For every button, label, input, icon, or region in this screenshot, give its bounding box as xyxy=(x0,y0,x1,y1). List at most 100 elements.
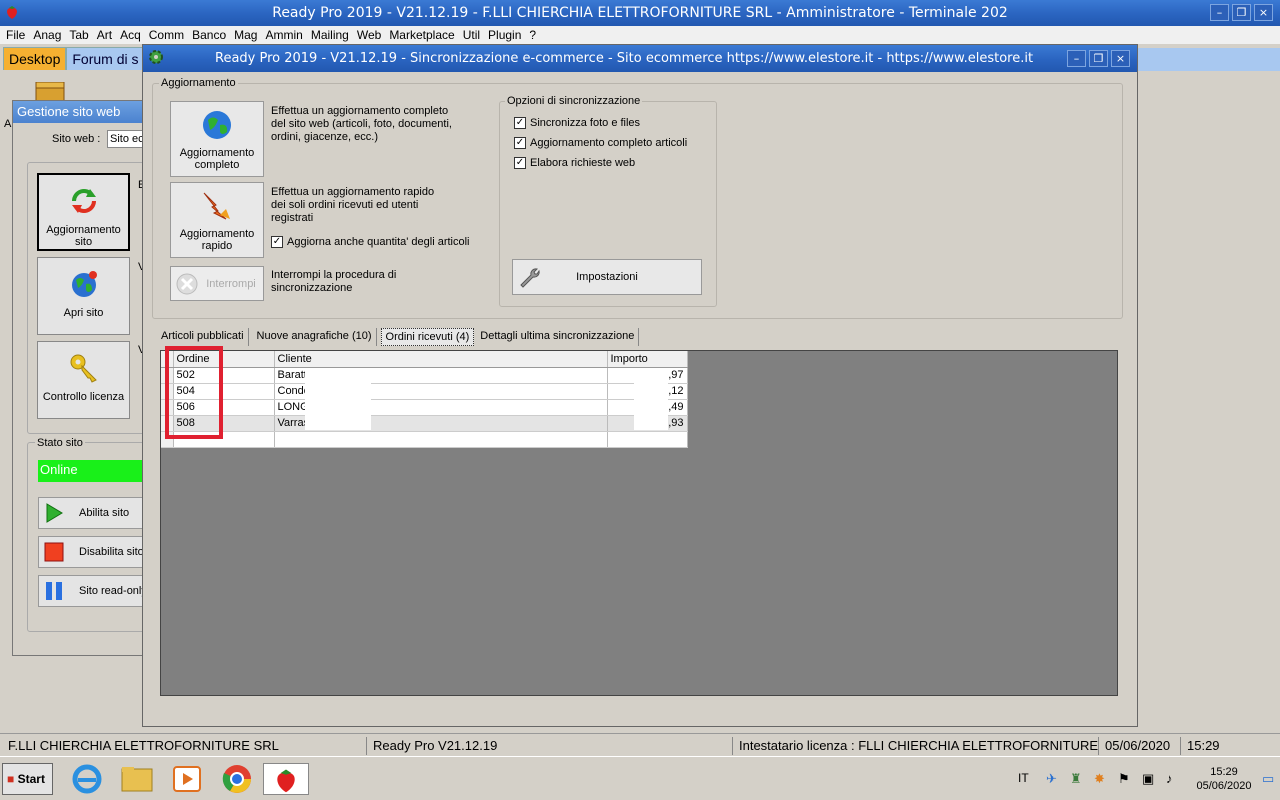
tab-dettagli-sincronizzazione[interactable]: Dettagli ultima sincronizzazione xyxy=(476,328,640,346)
orders-grid: Ordine Cliente Importo 502 Baratt ,97 50… xyxy=(161,351,688,448)
sito-web-select[interactable]: Sito ec xyxy=(107,130,147,148)
volume-icon[interactable]: ♪ xyxy=(1166,771,1173,786)
update-icon[interactable]: ✸ xyxy=(1094,771,1105,787)
language-indicator[interactable]: IT xyxy=(1018,771,1029,785)
table-row[interactable]: 508 Varras ,93 xyxy=(161,415,688,432)
gear-icon xyxy=(149,50,163,64)
redaction-mask xyxy=(634,368,668,430)
tab-desktop[interactable]: Desktop xyxy=(3,47,67,70)
refresh-arrows-icon xyxy=(71,189,96,213)
elabora-richieste-checkbox[interactable]: ✓ Elabora richieste web xyxy=(514,157,635,169)
menu-file[interactable]: File xyxy=(2,26,29,44)
stato-sito-title: Stato sito xyxy=(35,437,85,449)
status-bar: F.LLI CHIERCHIA ELETTROFORNITURE SRL Rea… xyxy=(0,733,1280,755)
interrompi-button[interactable]: Interrompi xyxy=(170,266,264,301)
elabora-richieste-label: Elabora richieste web xyxy=(530,157,636,169)
media-player-icon[interactable] xyxy=(170,763,204,795)
menu-plugin[interactable]: Plugin xyxy=(484,26,525,44)
dialog-close-button[interactable]: × xyxy=(1111,50,1130,67)
checkmark-icon: ✓ xyxy=(514,117,526,129)
menu-mailing[interactable]: Mailing xyxy=(307,26,353,44)
clock-time: 15:29 xyxy=(1210,766,1238,778)
menu-tab[interactable]: Tab xyxy=(65,26,92,44)
dialog-minimize-button[interactable]: – xyxy=(1067,50,1086,67)
table-row[interactable]: 504 Condo ,12 xyxy=(161,383,688,400)
restore-button[interactable]: ❐ xyxy=(1232,4,1251,21)
aggiorna-quantita-checkbox[interactable]: ✓ Aggiorna anche quantita' degli articol… xyxy=(271,236,470,248)
dialog-title: Ready Pro 2019 - V21.12.19 - Sincronizza… xyxy=(215,51,1034,66)
aggiornamento-articoli-checkbox[interactable]: ✓ Aggiornamento completo articoli xyxy=(514,137,687,149)
dialog-tabs: Articoli pubblicati Nuove anagrafiche (1… xyxy=(157,328,640,346)
apri-sito-button[interactable]: Apri sito xyxy=(37,257,130,335)
windows-logo-icon: ■ xyxy=(7,772,15,786)
internet-explorer-icon[interactable] xyxy=(70,763,104,795)
opzioni-group-title: Opzioni di sincronizzazione xyxy=(505,95,643,107)
pause-icon xyxy=(46,582,62,600)
lightning-arrow-icon xyxy=(203,192,230,220)
disabilita-sito-button[interactable]: Disabilita sito xyxy=(38,536,148,568)
network-icon[interactable]: ✈ xyxy=(1046,771,1057,787)
menu-anag[interactable]: Anag xyxy=(29,26,65,44)
dialog-title-bar: Ready Pro 2019 - V21.12.19 - Sincronizza… xyxy=(143,45,1137,72)
status-license: Intestatario licenza : FLLI CHIERCHIA EL… xyxy=(732,737,1098,755)
globe-icon xyxy=(71,271,97,297)
security-icon[interactable]: ♜ xyxy=(1070,771,1082,787)
partial-label: A xyxy=(4,118,12,130)
highlight-box xyxy=(165,346,223,439)
checkmark-icon: ✓ xyxy=(514,157,526,169)
aggiornamento-rapido-button[interactable]: Aggiornamento rapido xyxy=(170,182,264,258)
aggiorna-quantita-label: Aggiorna anche quantita' degli articoli xyxy=(287,236,470,248)
checkmark-icon: ✓ xyxy=(271,236,283,248)
menu-marketplace[interactable]: Marketplace xyxy=(385,26,458,44)
globe-icon xyxy=(203,111,231,139)
show-desktop-icon[interactable]: ▭ xyxy=(1262,771,1274,787)
start-button[interactable]: ■ Start xyxy=(2,763,53,795)
controllo-licenza-button[interactable]: Controllo licenza xyxy=(37,341,130,419)
aggiornamento-completo-desc: Effettua un aggiornamento completo del s… xyxy=(271,105,452,143)
menu-banco[interactable]: Banco xyxy=(188,26,230,44)
column-cliente[interactable]: Cliente xyxy=(274,351,608,368)
aggiornamento-rapido-label: Aggiornamento rapido xyxy=(179,228,255,252)
monitor-icon[interactable]: ▣ xyxy=(1142,771,1154,787)
menu-web[interactable]: Web xyxy=(353,26,385,44)
menu-ammin[interactable]: Ammin xyxy=(261,26,306,44)
tab-articoli-pubblicati[interactable]: Articoli pubblicati xyxy=(157,328,249,346)
tab-nuove-anagrafiche[interactable]: Nuove anagrafiche (10) xyxy=(253,328,377,346)
aggiornamento-sito-label: Aggiornamento sito xyxy=(46,224,121,248)
column-importo[interactable]: Importo xyxy=(607,351,688,368)
aggiornamento-sito-button[interactable]: Aggiornamento sito xyxy=(37,173,130,251)
sito-readonly-label: Sito read-only xyxy=(79,585,147,597)
system-tray: ✈ ♜ ✸ ⚑ ▣ ♪ 15:29 05/06/2020 ▭ xyxy=(1040,761,1280,797)
readypro-taskbar-button[interactable] xyxy=(263,763,309,795)
aggiornamento-completo-button[interactable]: Aggiornamento completo xyxy=(170,101,264,177)
table-row[interactable]: 502 Baratt ,97 xyxy=(161,367,688,384)
abilita-sito-button[interactable]: Abilita sito xyxy=(38,497,148,529)
menu-help[interactable]: ? xyxy=(525,26,540,44)
status-company: F.LLI CHIERCHIA ELETTROFORNITURE SRL xyxy=(8,738,279,753)
folder-icon[interactable] xyxy=(120,763,154,795)
sincronizza-foto-checkbox[interactable]: ✓ Sincronizza foto e files xyxy=(514,117,640,129)
clock-date: 05/06/2020 xyxy=(1196,780,1252,792)
tab-forum[interactable]: Forum di s xyxy=(66,47,145,70)
disabilita-sito-label: Disabilita sito xyxy=(79,546,144,558)
sito-readonly-button[interactable]: Sito read-only xyxy=(38,575,148,607)
aggiornamento-completo-label: Aggiornamento completo xyxy=(179,147,255,171)
menu-mag[interactable]: Mag xyxy=(230,26,261,44)
clock[interactable]: 15:29 05/06/2020 xyxy=(1190,765,1258,793)
abilita-sito-label: Abilita sito xyxy=(79,507,130,519)
impostazioni-button[interactable]: Impostazioni xyxy=(512,259,702,295)
chrome-icon[interactable] xyxy=(220,763,254,795)
menu-util[interactable]: Util xyxy=(459,26,484,44)
menu-art[interactable]: Art xyxy=(93,26,116,44)
minimize-button[interactable]: – xyxy=(1210,4,1229,21)
aggiornamento-articoli-label: Aggiornamento completo articoli xyxy=(530,137,688,149)
table-row[interactable]: 506 LONG ,49 xyxy=(161,399,688,416)
tab-ordini-ricevuti[interactable]: Ordini ricevuti (4) xyxy=(380,328,475,346)
checkmark-icon: ✓ xyxy=(514,137,526,149)
dialog-maximize-button[interactable]: ❐ xyxy=(1089,50,1108,67)
table-row-empty[interactable] xyxy=(161,431,688,448)
menu-acq[interactable]: Acq xyxy=(116,26,145,44)
flag-icon[interactable]: ⚑ xyxy=(1118,771,1130,787)
menu-comm[interactable]: Comm xyxy=(145,26,188,44)
close-button[interactable]: × xyxy=(1254,4,1273,21)
